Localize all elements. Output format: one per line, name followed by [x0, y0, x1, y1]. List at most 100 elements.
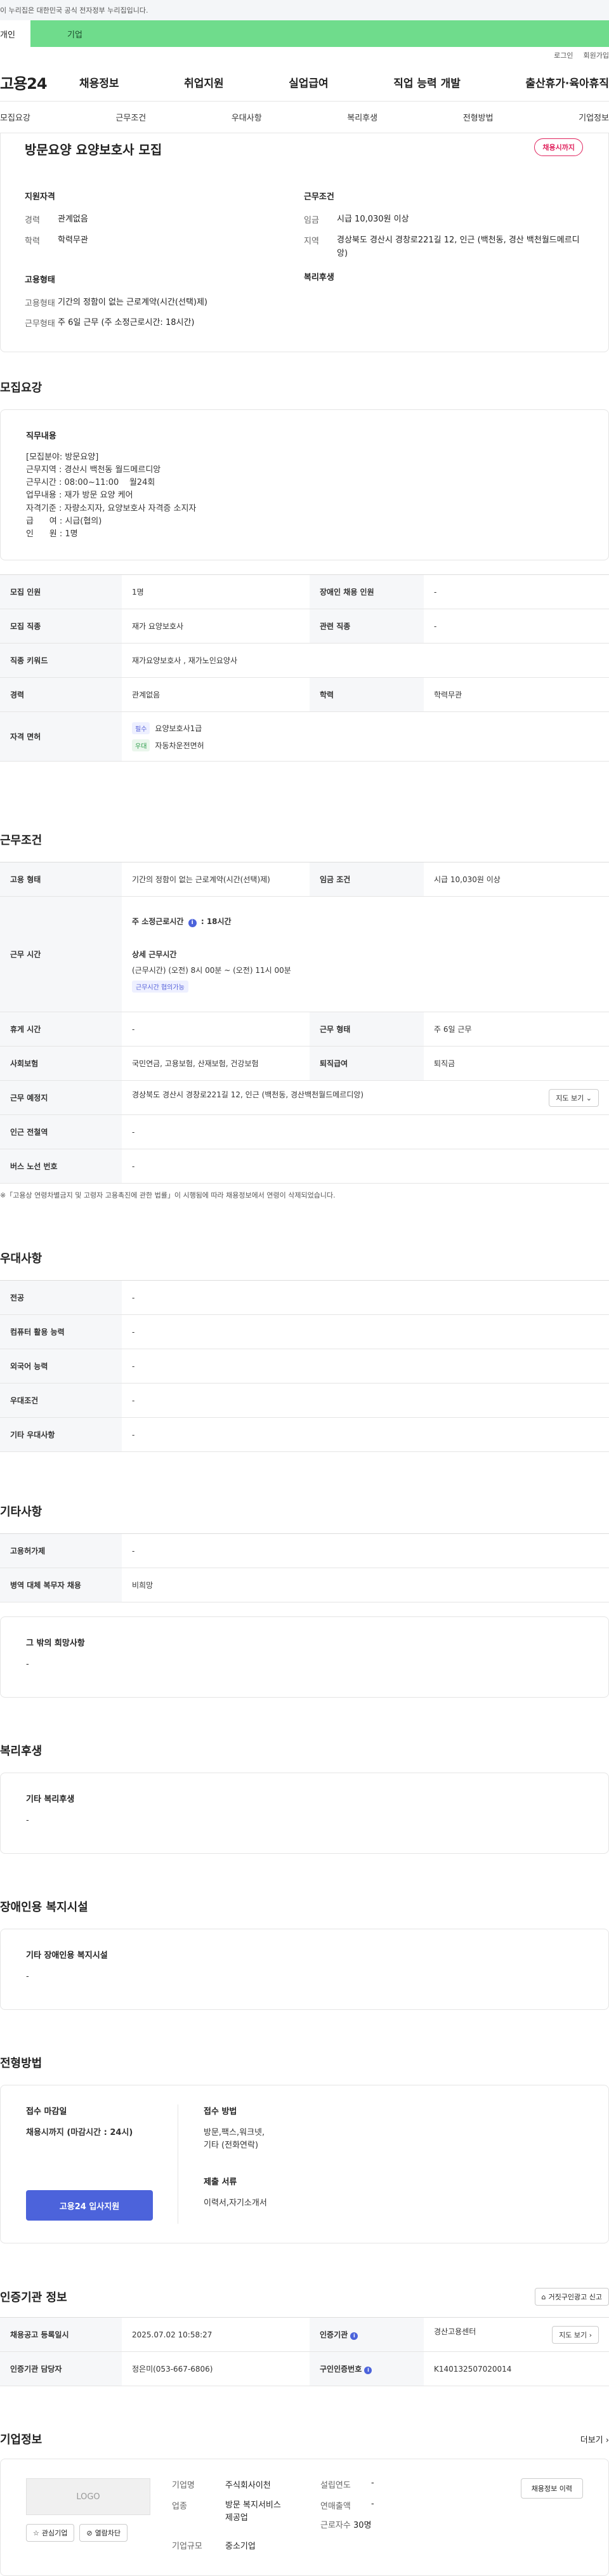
- tab-company[interactable]: 기업: [30, 20, 609, 47]
- table-row: 외국어 능력 -: [0, 1349, 609, 1384]
- welfare-section: 복리후생 기타 복리후생 -: [0, 1742, 609, 1854]
- deadline-title: 접수 마감일: [26, 2107, 67, 2117]
- anchor-recruit[interactable]: 모집요강: [0, 111, 30, 123]
- gov-banner-text: 이 누리집은 대한민국 공식 전자정부 누리집입니다.: [0, 6, 148, 15]
- job-type-label: 모집 직종: [0, 609, 122, 644]
- prefer-table: 전공 - 컴퓨터 활용 능력 - 외국어 능력 - 우대조건 - 기타 우대사항 -: [0, 1280, 609, 1452]
- place-value: 경상북도 경산시 경창로221길 12, 인근 (백천동, 경산백천월드메르디앙…: [132, 1090, 364, 1099]
- wish-title: 그 밖의 희망사항: [26, 1639, 85, 1648]
- major-value: -: [122, 1280, 609, 1315]
- emp-form-value: 기간의 정함이 없는 근로계약(시간(선택)제): [122, 862, 310, 897]
- site-logo[interactable]: 고용24: [0, 71, 79, 93]
- gnb-item-unemployment[interactable]: 실업급여: [289, 74, 329, 90]
- company-name-value: 주식회사이천: [225, 2481, 271, 2490]
- chevron-right-icon: ›: [589, 2330, 592, 2339]
- anchor-process[interactable]: 전형방법: [463, 111, 494, 123]
- license-value-cell: 필수 요양보호사1급 우대 자동차운전면허: [122, 711, 609, 762]
- signup-link[interactable]: 회원가입: [584, 50, 609, 60]
- must-license: 요양보호사1급: [155, 723, 202, 733]
- disabled-facility-box-value: -: [26, 1972, 29, 1981]
- tab-personal[interactable]: 개인: [0, 20, 30, 47]
- table-row: 병역 대체 복무자 채용 비희망: [0, 1568, 609, 1602]
- info-icon[interactable]: i: [188, 919, 197, 927]
- cert-map-button[interactable]: 지도 보기 ›: [552, 2325, 599, 2344]
- method-title: 접수 방법: [204, 2107, 237, 2117]
- others-table: 고용허가제 - 병역 대체 복무자 채용 비희망: [0, 1533, 609, 1602]
- history-button[interactable]: 채용정보 이력: [520, 2478, 583, 2499]
- table-row: 고용 형태 기간의 정함이 없는 근로계약(시간(선택)제) 임금 조건 시급 …: [0, 862, 609, 897]
- gnb-item-employment-support[interactable]: 취업지원: [184, 74, 224, 90]
- company-more-label: 더보기: [580, 2435, 603, 2445]
- found-year-label: 설립연도: [320, 2481, 351, 2490]
- career-label: 경력: [25, 216, 40, 225]
- wage-label: 임금: [304, 216, 319, 225]
- disabled-count-value: -: [424, 574, 609, 609]
- work-form-value: 주 6일 근무: [424, 1012, 609, 1047]
- edu-value: 학력무관: [58, 235, 88, 245]
- table-row: 고용허가제 -: [0, 1533, 609, 1568]
- anchor-prefer[interactable]: 우대사항: [232, 111, 262, 123]
- login-link[interactable]: 로그인: [554, 50, 573, 60]
- company-info-grid: 기업명 주식회사이천 설립연도 - 업종 방문 복지서비스 제공업 연매출액 -…: [172, 2478, 521, 2556]
- welfare-title: 복리후생: [0, 1745, 43, 1758]
- company-logo: LOGO: [26, 2478, 150, 2515]
- language-value: -: [122, 1349, 609, 1384]
- others-section: 기타사항 고용허가제 - 병역 대체 복무자 채용 비희망 그 밖의 희망사항 -: [0, 1503, 609, 1698]
- severance-label: 퇴직급여: [310, 1046, 424, 1081]
- job-type-value: 재가 요양보호사: [122, 609, 310, 644]
- utility-bar: 로그인 회원가입: [0, 47, 609, 63]
- company-logo-area: LOGO ☆ 관심기업 ⊘ 열람차단: [26, 2478, 172, 2556]
- weekly-hours-value: : 18시간: [200, 917, 232, 926]
- gov-banner: 이 누리집은 대한민국 공식 전자정부 누리집입니다.: [0, 0, 609, 20]
- bus-value: -: [122, 1149, 609, 1184]
- cert-title: 인증기관 정보: [0, 2291, 67, 2304]
- gnb-item-leave[interactable]: 출산휴가·육아휴직: [525, 74, 609, 90]
- block-button[interactable]: ⊘ 열람차단: [79, 2524, 128, 2542]
- deadline-badge: 채용시까지: [534, 138, 583, 156]
- deadline-value: 채용시까지 (마감시간 : 24시): [26, 2128, 133, 2137]
- map-button[interactable]: 지도 보기 ⌄: [549, 1088, 599, 1107]
- edu-label: 학력: [25, 236, 40, 246]
- report-button[interactable]: ⌂ 거짓구인광고 신고: [534, 2288, 609, 2306]
- region-value: 경상북도 경산시 경창로221길 12, 인근 (백천동, 경산 백천월드메르디…: [337, 235, 580, 258]
- qualification-block: 지원자격 경력 관계없음 학력 학력무관: [25, 190, 304, 248]
- interest-button[interactable]: ☆ 관심기업: [26, 2524, 75, 2542]
- docs-value: 이력서,자기소개서: [204, 2198, 267, 2209]
- company-more-link[interactable]: 더보기 ›: [580, 2433, 609, 2445]
- section-anchor-nav: 모집요강 근무조건 우대사항 복리후생 전형방법 기업정보: [0, 102, 609, 133]
- negotiable-tag: 근무시간 협의가능: [132, 981, 188, 993]
- emp-form-label: 고용 형태: [0, 862, 122, 897]
- table-row: 사회보험 국민연금, 고용보험, 산재보험, 건강보험 퇴직급여 퇴직금: [0, 1046, 609, 1081]
- job-title: 방문요양 요양보호사 모집: [25, 142, 162, 157]
- recruit-title: 모집요강: [0, 381, 43, 395]
- job-summary-card: 방문요양 요양보호사 모집 채용시까지 지원자격 경력 관계없음 학력 학력무관 고…: [0, 133, 609, 352]
- keyword-label: 직종 키워드: [0, 643, 122, 678]
- recruit-section: 모집요강 직무내용 [모집분야: 방문요양] 근무지역 : 경산시 백천동 월드…: [0, 379, 609, 762]
- qualification-title: 지원자격: [25, 192, 55, 202]
- related-job-label: 관련 직종: [310, 609, 424, 644]
- wage-cond-label: 임금 조건: [310, 862, 424, 897]
- info-icon[interactable]: i: [350, 2332, 358, 2340]
- block-button-label: 열람차단: [95, 2529, 121, 2537]
- condition-block: 근무조건 임금 시급 10,030원 이상 지역 경상북도 경산시 경창로221길 …: [304, 190, 589, 260]
- apply-button[interactable]: 고용24 입사지원: [26, 2190, 153, 2221]
- rest-label: 휴게 시간: [0, 1012, 122, 1047]
- info-icon[interactable]: i: [364, 2367, 372, 2374]
- anchor-conditions[interactable]: 근무조건: [115, 111, 146, 123]
- table-row: 경력 관계없음 학력 학력무관: [0, 677, 609, 712]
- docs-title: 제출 서류: [204, 2177, 237, 2188]
- keyword-value: 재가요양보호사 , 재가노인요양사: [122, 643, 609, 678]
- company-box: LOGO ☆ 관심기업 ⊘ 열람차단 기업명 주식회사이천 설립연도 - 업종 방문…: [0, 2459, 609, 2576]
- duty-text: [모집분야: 방문요양] 근무지역 : 경산시 백천동 월드메르디앙 근무시간 …: [26, 452, 197, 539]
- gnb-item-jobs[interactable]: 채용정보: [79, 74, 119, 90]
- cert-org-cell: 경산고용센터 지도 보기 ›: [424, 2317, 609, 2352]
- sales-value: -: [371, 2499, 374, 2509]
- cert-table: 채용공고 등록일시 2025.07.02 10:58:27 인증기관 i 경산고…: [0, 2317, 609, 2386]
- welfare-summary-block: 복리후생: [304, 270, 589, 282]
- anchor-company[interactable]: 기업정보: [579, 111, 609, 123]
- table-row: 기타 우대사항 -: [0, 1417, 609, 1452]
- gnb-item-training[interactable]: 직업 능력 개발: [393, 74, 461, 90]
- anchor-welfare[interactable]: 복리후생: [347, 111, 377, 123]
- company-name-label: 기업명: [172, 2481, 195, 2490]
- cert-map-button-label: 지도 보기: [559, 2330, 587, 2339]
